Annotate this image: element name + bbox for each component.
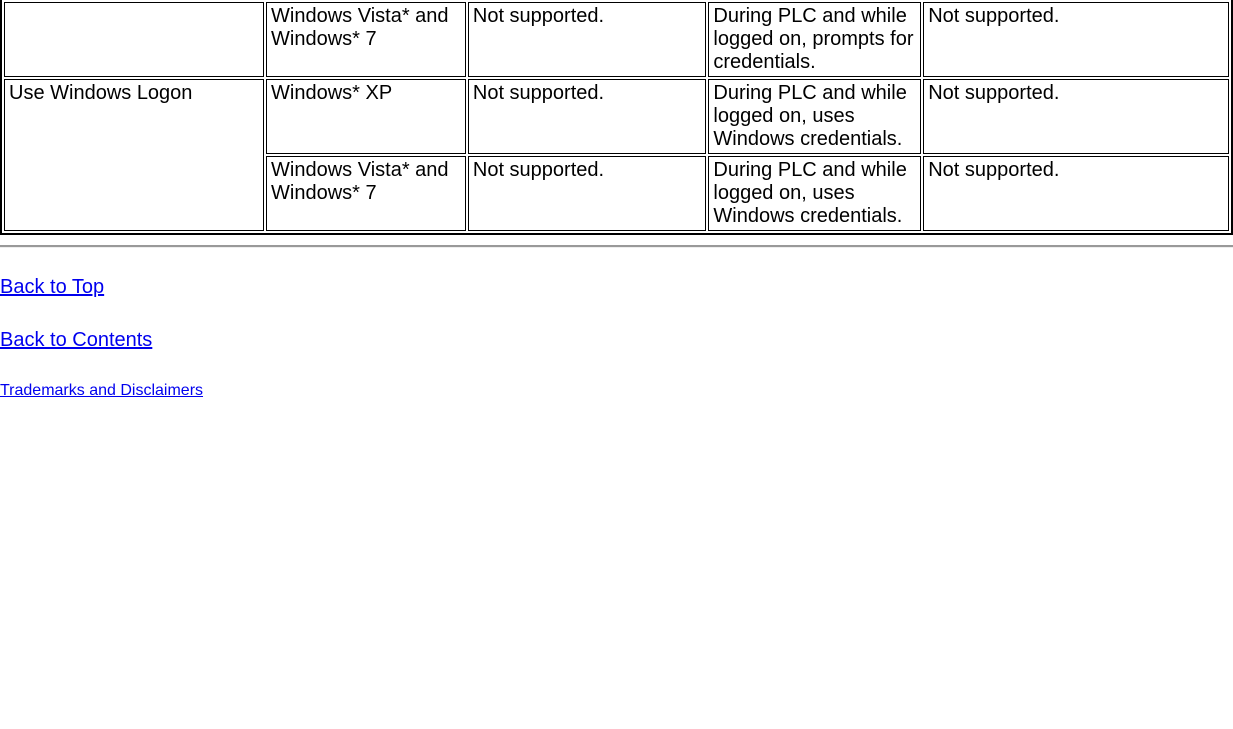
cell-behavior: During PLC and while logged on, uses Win… — [708, 79, 921, 154]
cell-os: Windows Vista* and Windows* 7 — [266, 156, 466, 231]
compatibility-table: Windows Vista* and Windows* 7 Not suppor… — [0, 0, 1233, 235]
cell-support-1: Not supported. — [468, 156, 707, 231]
cell-support-1: Not supported. — [468, 79, 707, 154]
cell-os: Windows* XP — [266, 79, 466, 154]
table-row: Windows Vista* and Windows* 7 Not suppor… — [4, 2, 1229, 77]
divider — [0, 245, 1233, 248]
cell-support-1: Not supported. — [468, 2, 707, 77]
cell-support-2: Not supported. — [923, 156, 1229, 231]
cell-feature — [4, 2, 264, 77]
trademarks-para: Trademarks and Disclaimers — [0, 382, 1233, 400]
cell-behavior: During PLC and while logged on, uses Win… — [708, 156, 921, 231]
table-row: Use Windows Logon Windows* XP Not suppor… — [4, 79, 1229, 154]
cell-support-2: Not supported. — [923, 2, 1229, 77]
cell-feature: Use Windows Logon — [4, 79, 264, 231]
back-to-contents-para: Back to Contents — [0, 329, 1233, 352]
cell-behavior: During PLC and while logged on, prompts … — [708, 2, 921, 77]
back-to-top-para: Back to Top — [0, 276, 1233, 299]
trademarks-link[interactable]: Trademarks and Disclaimers — [0, 382, 203, 399]
cell-support-2: Not supported. — [923, 79, 1229, 154]
back-to-top-link[interactable]: Back to Top — [0, 276, 104, 298]
back-to-contents-link[interactable]: Back to Contents — [0, 329, 152, 351]
cell-os: Windows Vista* and Windows* 7 — [266, 2, 466, 77]
